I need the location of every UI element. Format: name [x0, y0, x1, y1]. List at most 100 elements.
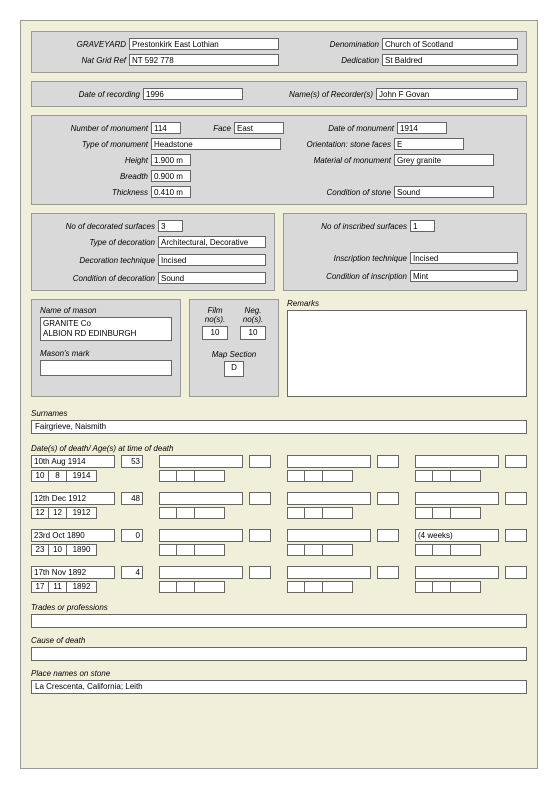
death-day-field[interactable]: 10 — [31, 470, 49, 482]
death-month-field[interactable]: 8 — [49, 470, 67, 482]
death-day-field[interactable] — [159, 470, 177, 482]
death-day-field[interactable] — [287, 507, 305, 519]
death-day-field[interactable] — [415, 544, 433, 556]
death-year-field[interactable] — [323, 507, 353, 519]
thickness-field[interactable]: 0.410 m — [151, 186, 191, 198]
death-age-field[interactable]: 0 — [121, 529, 143, 542]
death-date-field[interactable] — [159, 455, 243, 468]
death-year-field[interactable] — [323, 470, 353, 482]
death-age-field[interactable] — [505, 455, 527, 468]
ins-cond-field[interactable]: Mint — [410, 270, 518, 282]
denomination-field[interactable]: Church of Scotland — [382, 38, 518, 50]
death-month-field[interactable]: 11 — [49, 581, 67, 593]
death-year-field[interactable] — [451, 581, 481, 593]
death-date-field[interactable] — [415, 566, 499, 579]
death-year-field[interactable]: 1890 — [67, 544, 97, 556]
breadth-field[interactable]: 0.900 m — [151, 170, 191, 182]
death-year-field[interactable]: 1914 — [67, 470, 97, 482]
death-age-field[interactable] — [249, 455, 271, 468]
surnames-field[interactable]: Fairgrieve, Naismith — [31, 420, 527, 434]
record-date-field[interactable]: 1996 — [143, 88, 243, 100]
death-month-field[interactable] — [305, 470, 323, 482]
death-year-field[interactable] — [451, 507, 481, 519]
death-age-field[interactable] — [377, 566, 399, 579]
death-month-field[interactable] — [305, 544, 323, 556]
death-month-field[interactable] — [433, 581, 451, 593]
ins-tech-field[interactable]: Incised — [410, 252, 518, 264]
dec-type-field[interactable]: Architectural, Decorative — [158, 236, 266, 248]
death-date-field[interactable]: 12th Dec 1912 — [31, 492, 115, 505]
death-date-field[interactable]: 10th Aug 1914 — [31, 455, 115, 468]
death-month-field[interactable] — [433, 544, 451, 556]
dedication-field[interactable]: St Baldred — [382, 54, 518, 66]
cause-field[interactable] — [31, 647, 527, 661]
death-month-field[interactable] — [177, 581, 195, 593]
death-month-field[interactable] — [433, 470, 451, 482]
death-date-field[interactable] — [287, 529, 371, 542]
neg-field[interactable]: 10 — [240, 326, 266, 340]
death-month-field[interactable] — [305, 581, 323, 593]
trades-field[interactable] — [31, 614, 527, 628]
death-date-field[interactable] — [415, 455, 499, 468]
death-date-field[interactable]: 17th Nov 1892 — [31, 566, 115, 579]
death-date-field[interactable]: (4 weeks) — [415, 529, 499, 542]
mon-type-field[interactable]: Headstone — [151, 138, 281, 150]
natgrid-field[interactable]: NT 592 778 — [129, 54, 279, 66]
death-month-field[interactable]: 10 — [49, 544, 67, 556]
death-day-field[interactable]: 23 — [31, 544, 49, 556]
remarks-field[interactable] — [287, 310, 527, 397]
places-field[interactable]: La Crescenta, California; Leith — [31, 680, 527, 694]
death-day-field[interactable] — [415, 581, 433, 593]
death-month-field[interactable]: 12 — [49, 507, 67, 519]
death-date-field[interactable]: 23rd Oct 1890 — [31, 529, 115, 542]
death-age-field[interactable] — [377, 529, 399, 542]
death-month-field[interactable] — [305, 507, 323, 519]
death-day-field[interactable]: 12 — [31, 507, 49, 519]
graveyard-field[interactable]: Prestonkirk East Lothian — [129, 38, 279, 50]
dec-tech-field[interactable]: Incised — [158, 254, 266, 266]
height-field[interactable]: 1.900 m — [151, 154, 191, 166]
death-year-field[interactable] — [451, 470, 481, 482]
death-date-field[interactable] — [287, 455, 371, 468]
face-field[interactable]: East — [234, 122, 284, 134]
death-year-field[interactable]: 1892 — [67, 581, 97, 593]
death-age-field[interactable] — [249, 492, 271, 505]
death-month-field[interactable] — [177, 470, 195, 482]
mon-date-field[interactable]: 1914 — [397, 122, 447, 134]
death-year-field[interactable] — [323, 581, 353, 593]
death-date-field[interactable] — [159, 529, 243, 542]
death-date-field[interactable] — [159, 492, 243, 505]
death-day-field[interactable] — [287, 470, 305, 482]
death-date-field[interactable] — [159, 566, 243, 579]
death-age-field[interactable] — [505, 529, 527, 542]
death-age-field[interactable] — [505, 566, 527, 579]
recorder-field[interactable]: John F Govan — [376, 88, 518, 100]
death-year-field[interactable] — [195, 544, 225, 556]
death-age-field[interactable] — [377, 455, 399, 468]
film-field[interactable]: 10 — [202, 326, 228, 340]
death-year-field[interactable] — [451, 544, 481, 556]
death-day-field[interactable] — [159, 507, 177, 519]
death-month-field[interactable] — [433, 507, 451, 519]
death-age-field[interactable] — [249, 529, 271, 542]
death-day-field[interactable] — [287, 544, 305, 556]
death-day-field[interactable] — [415, 507, 433, 519]
death-age-field[interactable]: 4 — [121, 566, 143, 579]
mason-name-field[interactable]: GRANITE CoALBION RD EDINBURGH — [40, 317, 172, 341]
map-field[interactable]: D — [224, 361, 244, 377]
orientation-field[interactable]: E — [394, 138, 464, 150]
death-day-field[interactable]: 17 — [31, 581, 49, 593]
death-year-field[interactable] — [195, 470, 225, 482]
death-date-field[interactable] — [415, 492, 499, 505]
mon-number-field[interactable]: 114 — [151, 122, 181, 134]
death-date-field[interactable] — [287, 492, 371, 505]
death-age-field[interactable] — [377, 492, 399, 505]
death-date-field[interactable] — [287, 566, 371, 579]
death-month-field[interactable] — [177, 544, 195, 556]
death-year-field[interactable]: 1912 — [67, 507, 97, 519]
death-year-field[interactable] — [195, 507, 225, 519]
death-year-field[interactable] — [323, 544, 353, 556]
death-month-field[interactable] — [177, 507, 195, 519]
dec-surfaces-field[interactable]: 3 — [158, 220, 183, 232]
death-age-field[interactable]: 53 — [121, 455, 143, 468]
